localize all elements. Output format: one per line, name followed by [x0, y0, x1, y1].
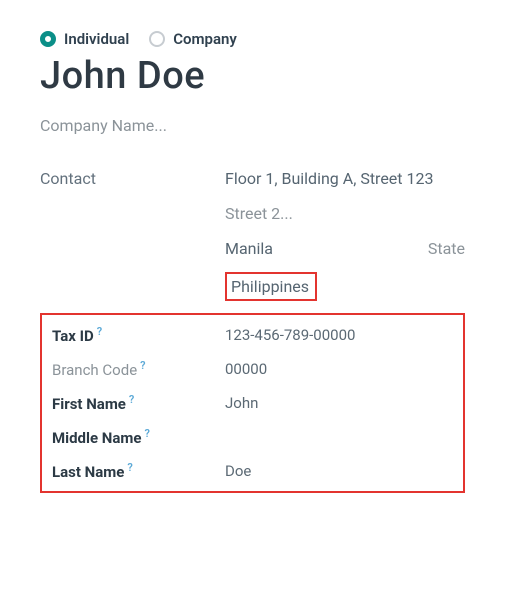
country-field[interactable]: Philippines [225, 272, 317, 301]
first-name-value[interactable]: John [225, 394, 453, 412]
radio-unselected-icon [149, 31, 165, 47]
branch-code-row: Branch Code? 00000 [52, 359, 453, 379]
contact-label: Contact [40, 169, 225, 188]
first-name-row: First Name? John [52, 393, 453, 413]
contact-address-block: Contact Floor 1, Building A, Street 123 … [40, 169, 465, 307]
radio-company[interactable]: Company [149, 30, 237, 48]
tax-id-row: Tax ID? 123-456-789-00000 [52, 325, 453, 345]
city-field[interactable]: Manila [225, 239, 273, 258]
middle-name-label-text: Middle Name [52, 429, 142, 447]
help-icon[interactable]: ? [97, 325, 102, 338]
branch-code-label: Branch Code? [52, 359, 225, 379]
branch-code-value[interactable]: 00000 [225, 360, 453, 378]
highlighted-fields-box: Tax ID? 123-456-789-00000 Branch Code? 0… [40, 313, 465, 493]
help-icon[interactable]: ? [127, 461, 132, 474]
tax-id-label: Tax ID? [52, 325, 225, 345]
last-name-label-text: Last Name [52, 463, 124, 481]
last-name-row: Last Name? Doe [52, 461, 453, 481]
radio-company-label: Company [173, 30, 237, 48]
last-name-label: Last Name? [52, 461, 225, 481]
address-block: Floor 1, Building A, Street 123 Street 2… [225, 169, 465, 307]
tax-id-value[interactable]: 123-456-789-00000 [225, 326, 453, 344]
branch-code-label-text: Branch Code [52, 361, 137, 379]
state-field[interactable]: State [428, 239, 465, 258]
middle-name-row: Middle Name? [52, 427, 453, 447]
first-name-label-text: First Name [52, 395, 126, 413]
radio-individual-label: Individual [64, 30, 129, 48]
street1-field[interactable]: Floor 1, Building A, Street 123 [225, 169, 465, 188]
last-name-value[interactable]: Doe [225, 462, 453, 480]
street2-field[interactable]: Street 2... [225, 204, 465, 223]
help-icon[interactable]: ? [145, 427, 150, 440]
tax-id-label-text: Tax ID [52, 327, 94, 345]
company-name-field[interactable]: Company Name... [40, 116, 465, 135]
contact-name-title[interactable]: John Doe [40, 54, 465, 98]
first-name-label: First Name? [52, 393, 225, 413]
help-icon[interactable]: ? [129, 393, 134, 406]
middle-name-label: Middle Name? [52, 427, 225, 447]
radio-selected-icon [40, 31, 56, 47]
help-icon[interactable]: ? [140, 359, 145, 372]
radio-individual[interactable]: Individual [40, 30, 129, 48]
contact-type-selector: Individual Company [40, 30, 465, 48]
